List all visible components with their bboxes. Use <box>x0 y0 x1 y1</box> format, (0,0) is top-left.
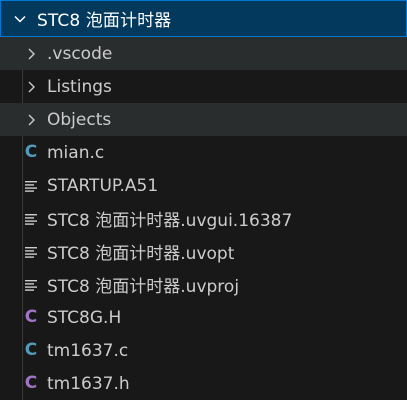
tree-item-stc8g-h[interactable]: C STC8G.H <box>0 301 407 334</box>
tree-item-label: Listings <box>47 76 112 97</box>
tree-item-startup-a51[interactable]: STARTUP.A51 <box>0 169 407 202</box>
tree-item-listings-folder[interactable]: Listings <box>0 70 407 103</box>
tree-item-vscode-folder[interactable]: .vscode <box>0 37 407 70</box>
tree-item-label: STARTUP.A51 <box>47 175 159 196</box>
text-lines-icon <box>22 169 40 202</box>
c-file-icon: C <box>24 340 38 360</box>
folder-name: STC8 泡面计时器 <box>37 11 172 31</box>
tree-item-tm1637-c[interactable]: C tm1637.c <box>0 334 407 367</box>
text-lines-icon <box>22 202 40 235</box>
tree-item-label: tm1637.h <box>47 373 130 394</box>
chevron-right-icon[interactable] <box>22 103 40 136</box>
tree-item-label: STC8G.H <box>47 307 122 328</box>
chevron-right-icon[interactable] <box>22 70 40 103</box>
file-explorer: STC8 泡面计时器 .vscode Listings Objects C mi… <box>0 0 407 400</box>
tree-item-label: tm1637.c <box>47 340 129 361</box>
tree-item-label: .vscode <box>47 43 113 64</box>
chevron-right-icon[interactable] <box>22 37 40 70</box>
tree-item-label: STC8 泡面计时器.uvproj <box>47 277 240 297</box>
tree-item-tm1637-h[interactable]: C tm1637.h <box>0 367 407 400</box>
tree-item-label: STC8 泡面计时器.uvgui.16387 <box>47 211 293 231</box>
tree-item-label: STC8 泡面计时器.uvopt <box>47 244 235 264</box>
tree-item-objects-folder[interactable]: Objects <box>0 103 407 136</box>
tree-item-uvgui[interactable]: STC8 泡面计时器.uvgui.16387 <box>0 202 407 235</box>
c-header-icon: C <box>24 307 38 327</box>
folder-header[interactable]: STC8 泡面计时器 <box>0 0 407 37</box>
text-lines-icon <box>22 235 40 268</box>
tree-item-mian-c[interactable]: C mian.c <box>0 136 407 169</box>
tree-item-uvproj[interactable]: STC8 泡面计时器.uvproj <box>0 268 407 301</box>
c-file-icon: C <box>24 142 38 162</box>
chevron-down-icon[interactable] <box>11 10 29 28</box>
text-lines-icon <box>22 268 40 301</box>
c-header-icon: C <box>24 373 38 393</box>
tree-item-label: mian.c <box>47 142 105 163</box>
tree-item-label: Objects <box>47 109 112 130</box>
tree-item-uvopt[interactable]: STC8 泡面计时器.uvopt <box>0 235 407 268</box>
